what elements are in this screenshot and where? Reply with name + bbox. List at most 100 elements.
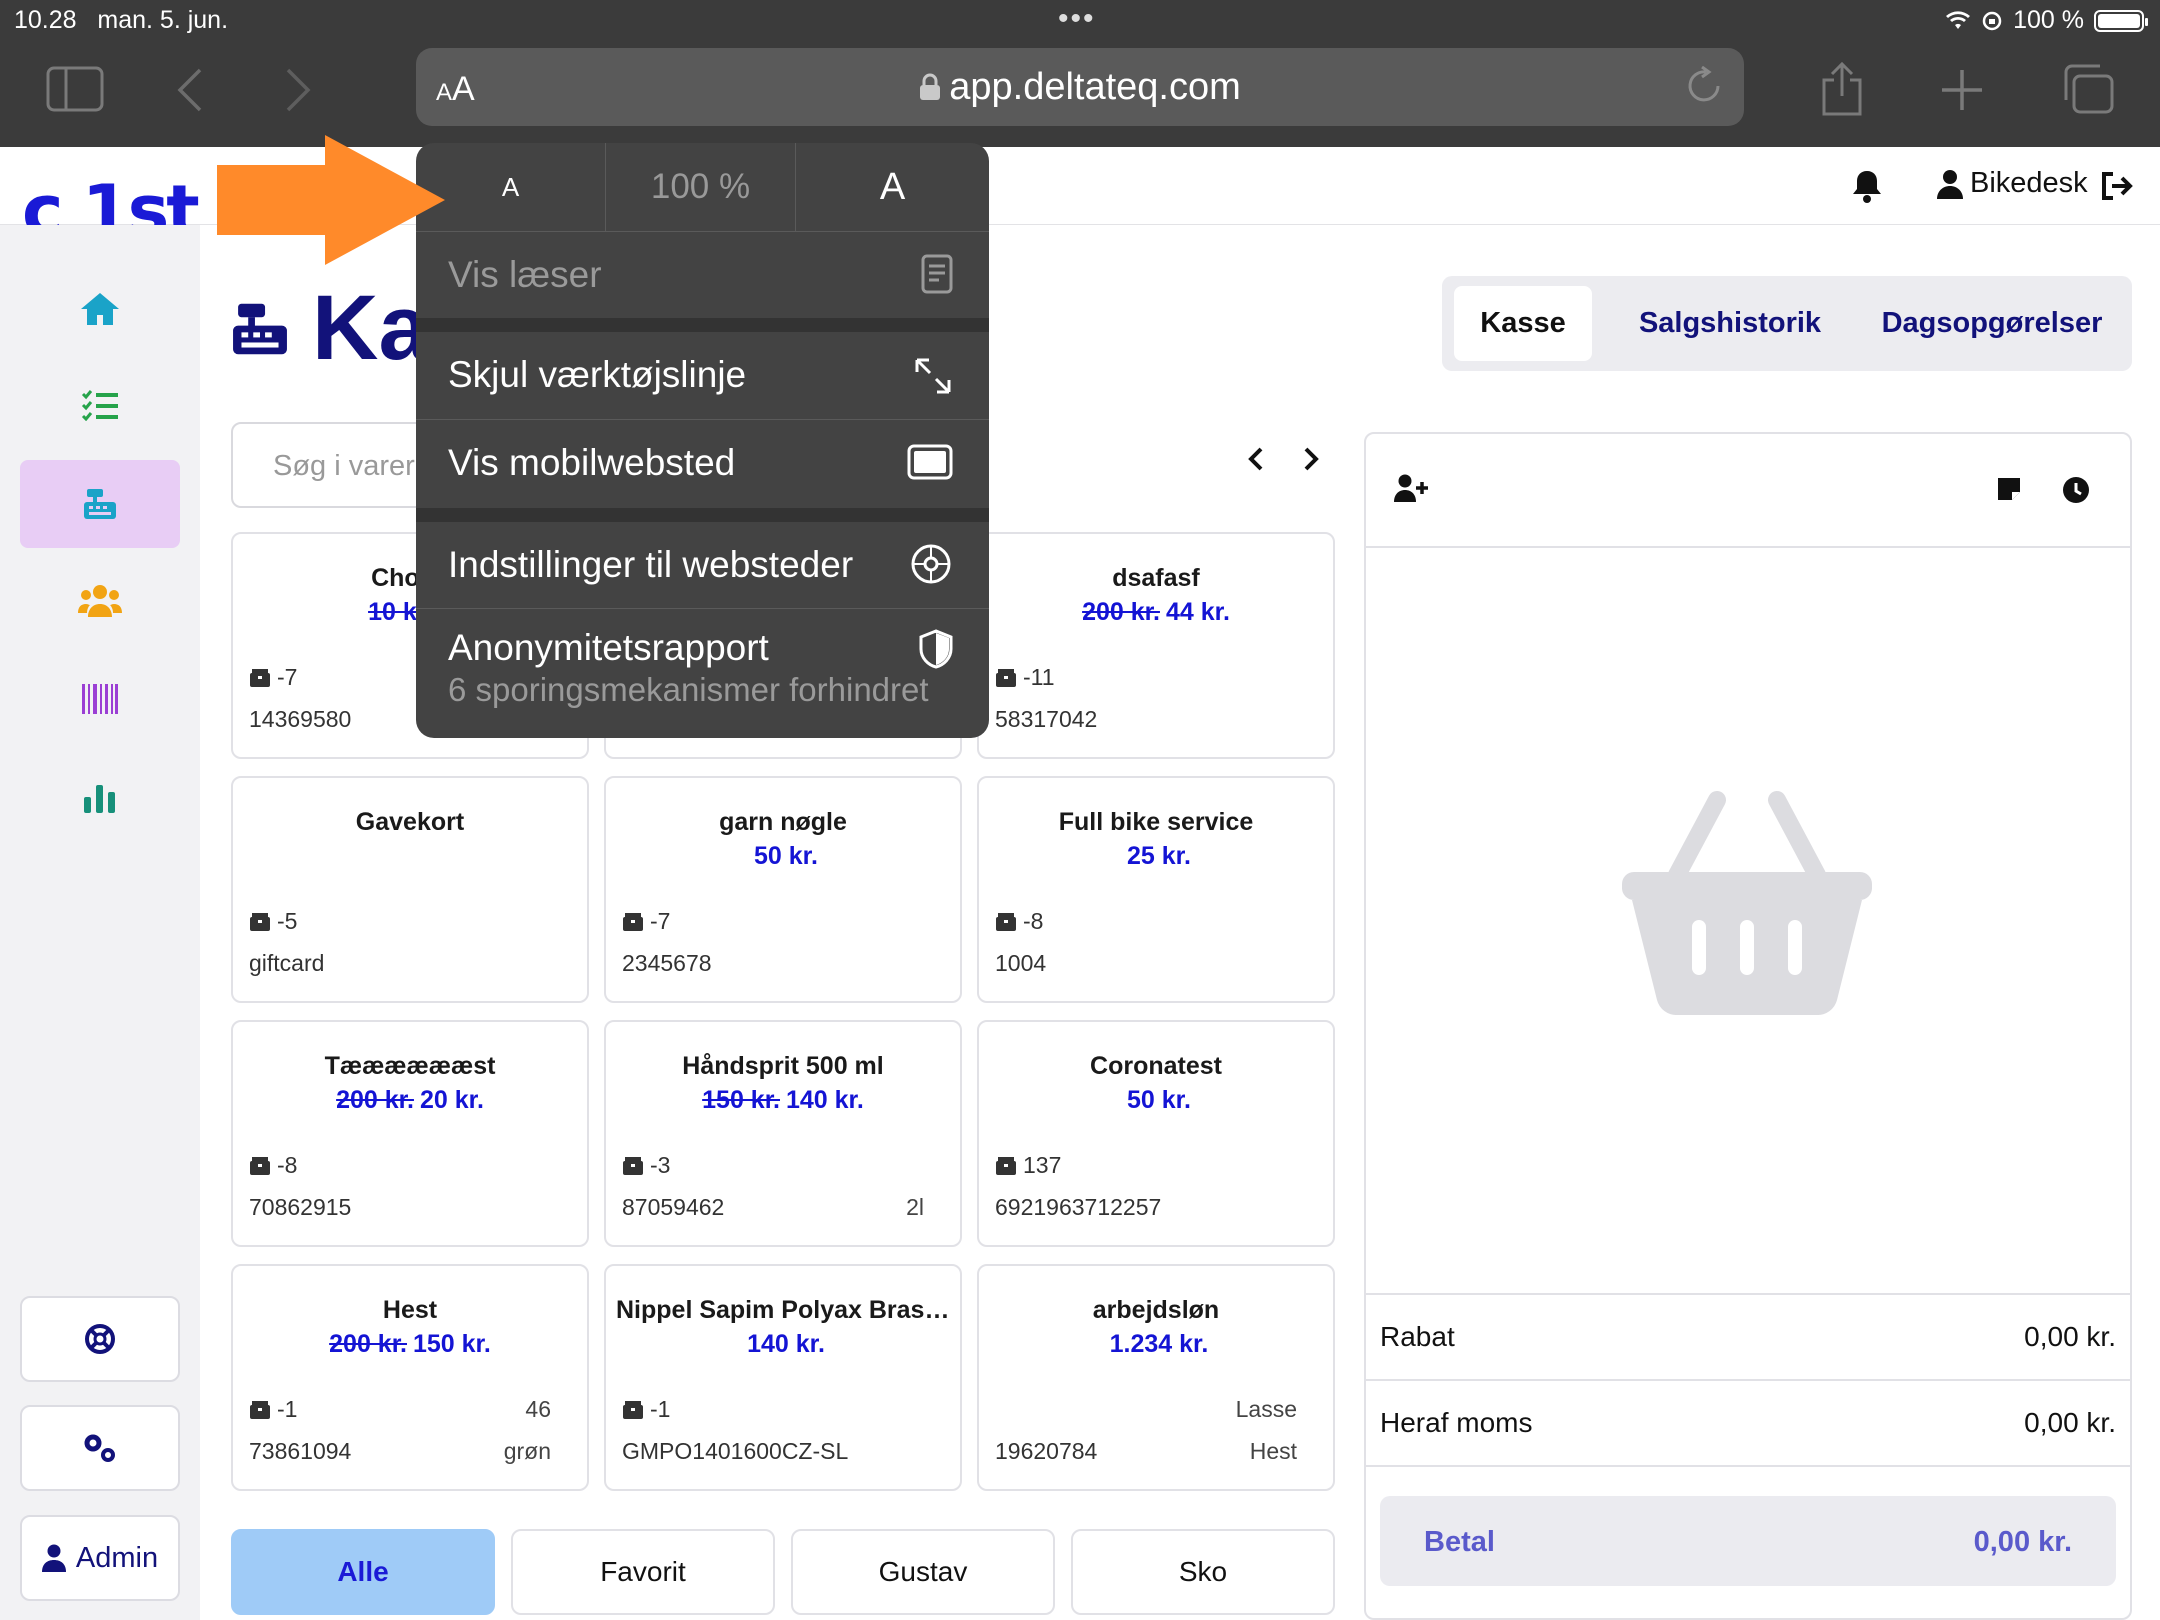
sidebar-item-home[interactable]: [20, 265, 180, 353]
product-price: 140 kr.: [606, 1330, 960, 1359]
forward-icon[interactable]: [284, 68, 312, 112]
product-card[interactable]: Full bike service 25 kr. -8 1004: [977, 776, 1335, 1003]
product-current-price: 20 kr.: [419, 1086, 484, 1114]
product-stock-value: -11: [1023, 664, 1055, 690]
product-sku: 6921963712257: [995, 1194, 1162, 1220]
home-icon: [81, 293, 119, 325]
user-icon: [41, 1544, 66, 1572]
product-card[interactable]: Hest 200 kr. 150 kr. -1 73861094 46 grøn: [231, 1264, 589, 1491]
tab-kasse[interactable]: Kasse: [1454, 286, 1592, 361]
product-name: dsafasf: [1112, 564, 1200, 592]
bar-chart-icon: [84, 785, 115, 813]
sidebar-item-statistics[interactable]: [20, 754, 180, 842]
sidebar-item-customers[interactable]: [20, 556, 180, 644]
product-card[interactable]: Nippel Sapim Polyax Brass... 140 kr. -1 …: [604, 1264, 962, 1491]
product-sku: giftcard: [249, 950, 325, 976]
category-alle[interactable]: Alle: [231, 1529, 495, 1615]
product-attribute-2: grøn: [503, 1438, 551, 1464]
cash-register-icon: [84, 489, 116, 519]
tab-bar: Kasse Salgshistorik Dagsopgørelser: [1442, 276, 2132, 371]
page-title: Ka: [228, 276, 430, 381]
sidebar-item-tasks[interactable]: [20, 361, 180, 449]
back-icon[interactable]: [176, 68, 204, 112]
product-card[interactable]: Håndsprit 500 ml 150 kr. 140 kr. -3 87059…: [604, 1020, 962, 1247]
notification-bell-icon[interactable]: [1852, 169, 1882, 203]
sidebar-item-register[interactable]: [20, 460, 180, 548]
user-menu[interactable]: Bikedesk: [1936, 167, 2088, 200]
status-time-date: 10.28 man. 5. jun.: [14, 6, 229, 34]
product-card[interactable]: Gavekort -5 giftcard: [231, 776, 589, 1003]
note-icon[interactable]: [1996, 476, 2022, 502]
product-old-price: 150 kr.: [702, 1086, 780, 1114]
hide-toolbar-item[interactable]: Skjul værktøjslinje: [416, 332, 989, 419]
add-customer-icon[interactable]: [1394, 474, 1428, 502]
product-current-price: 50 kr.: [1127, 1086, 1191, 1114]
gear-icon: [911, 544, 951, 584]
product-old-price: 200 kr.: [1082, 598, 1160, 626]
product-current-price: 50 kr.: [754, 842, 818, 870]
product-price: [233, 842, 587, 871]
settings-button[interactable]: [20, 1405, 180, 1491]
privacy-report-item[interactable]: Anonymitetsrapport 6 sporingsmekanismer …: [416, 608, 989, 738]
pay-button[interactable]: Betal 0,00 kr.: [1380, 1496, 2116, 1586]
box-icon: [623, 1156, 643, 1175]
product-sku: 87059462: [622, 1194, 725, 1220]
product-stock-value: 137: [1023, 1152, 1062, 1178]
share-icon[interactable]: [1820, 60, 1864, 116]
mobile-site-item[interactable]: Vis mobilwebsted: [416, 419, 989, 508]
url-text[interactable]: app.deltateq.com: [416, 66, 1744, 109]
shield-icon: [919, 629, 953, 669]
product-price: 200 kr. 150 kr.: [233, 1330, 587, 1359]
product-card[interactable]: Coronatest 50 kr. 137 6921963712257: [977, 1020, 1335, 1247]
product-price: 25 kr.: [979, 842, 1333, 871]
category-gustav[interactable]: Gustav: [791, 1529, 1055, 1615]
multitask-dots-icon[interactable]: •••: [1058, 2, 1096, 36]
clock-icon[interactable]: [2062, 476, 2090, 504]
reader-icon: [921, 254, 953, 294]
expand-icon: [915, 358, 951, 394]
box-icon: [623, 912, 643, 931]
product-sku: GMPO1401600CZ-SL: [622, 1438, 849, 1464]
tab-dagsopgoerelser[interactable]: Dagsopgørelser: [1862, 286, 2122, 361]
product-name: Coronatest: [1090, 1052, 1222, 1080]
product-old-price: 200 kr.: [329, 1330, 407, 1358]
product-sku: 1004: [995, 950, 1047, 976]
product-sku: 58317042: [995, 706, 1098, 732]
product-price: 200 kr. 20 kr.: [233, 1086, 587, 1115]
barcode-icon: [82, 684, 118, 714]
product-card[interactable]: arbejdsløn 1.234 kr. 19620784 Lasse Hest: [977, 1264, 1335, 1491]
tabs-overview-icon[interactable]: [2062, 64, 2114, 114]
reload-icon[interactable]: [1684, 66, 1724, 106]
product-card[interactable]: garn nøgle 50 kr. -7 2345678: [604, 776, 962, 1003]
tab-salgshistorik[interactable]: Salgshistorik: [1612, 286, 1848, 361]
product-stock: -8: [249, 1152, 297, 1179]
product-attribute-1: Lasse: [1235, 1396, 1297, 1422]
box-icon: [250, 1156, 270, 1175]
new-tab-icon[interactable]: [1940, 68, 1984, 112]
next-page-icon[interactable]: [1302, 446, 1320, 472]
prev-page-icon[interactable]: [1247, 446, 1265, 472]
product-price: 50 kr.: [979, 1086, 1333, 1115]
product-price: 1.234 kr.: [979, 1330, 1333, 1359]
product-card[interactable]: Tææææææst 200 kr. 20 kr. -8 70862915: [231, 1020, 589, 1247]
product-stock: -3: [622, 1152, 670, 1179]
logout-icon[interactable]: [2100, 171, 2134, 201]
category-favorit[interactable]: Favorit: [511, 1529, 775, 1615]
product-card[interactable]: dsafasf 200 kr. 44 kr. -11 58317042: [977, 532, 1335, 759]
vat-row: Heraf moms 0,00 kr.: [1366, 1379, 2130, 1465]
product-stock: -1: [249, 1396, 297, 1423]
text-larger-button[interactable]: A: [796, 143, 989, 231]
category-sko[interactable]: Sko: [1071, 1529, 1335, 1615]
product-name: Hest: [382, 1296, 438, 1324]
sidebar-item-products[interactable]: [20, 655, 180, 743]
reader-view-item[interactable]: Vis læser: [416, 231, 989, 318]
user-icon: [1937, 169, 1963, 199]
admin-button[interactable]: Admin: [20, 1515, 180, 1601]
address-bar[interactable]: AA app.deltateq.com: [416, 48, 1744, 126]
support-button[interactable]: [20, 1296, 180, 1382]
status-bar: 10.28 man. 5. jun. ••• 100 %: [0, 0, 2160, 40]
wifi-icon: [1946, 10, 1971, 29]
sidebar-icon[interactable]: [46, 66, 104, 112]
product-current-price: 44 kr.: [1165, 598, 1230, 626]
site-settings-item[interactable]: Indstillinger til websteder: [416, 522, 989, 608]
